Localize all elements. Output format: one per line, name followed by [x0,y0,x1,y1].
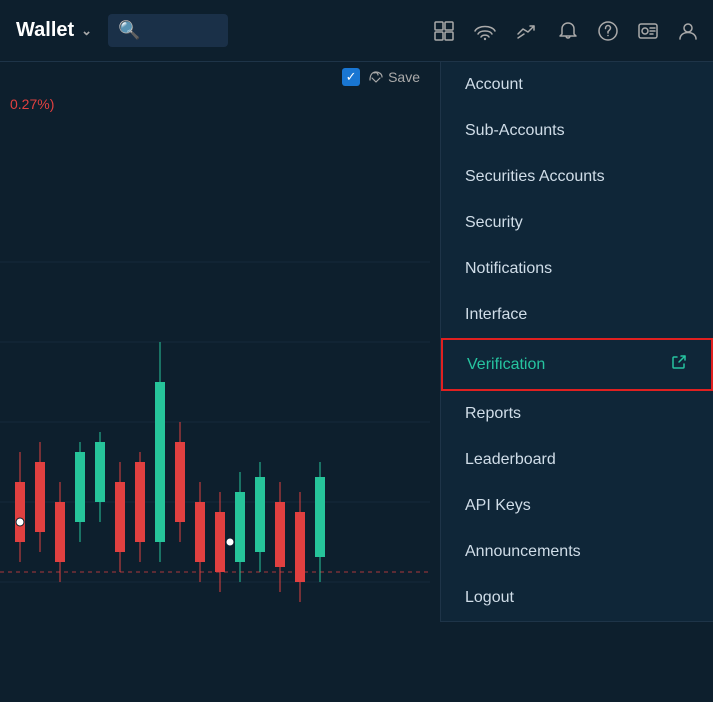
chart-area: ✓ Save 0.27%) [0,62,430,702]
signal-icon[interactable] [467,14,503,48]
candlestick-chart [0,182,430,662]
wallet-brand[interactable]: Wallet ⌄ [8,19,100,42]
dropdown-item-securities-accounts[interactable]: Securities Accounts [441,154,713,200]
dropdown-item-account[interactable]: Account [441,62,713,108]
dropdown-item-sub-accounts[interactable]: Sub-Accounts [441,108,713,154]
chevron-down-icon: ⌄ [81,23,92,39]
dropdown-item-verification[interactable]: Verification [441,338,713,391]
dropdown-menu: Account Sub-Accounts Securities Accounts Se… [440,62,713,622]
save-button[interactable]: Save [368,69,420,85]
search-icon: 🔍 [118,20,140,41]
dropdown-item-label: Interface [465,306,527,324]
dropdown-item-label: Notifications [465,260,552,278]
dropdown-item-label: Security [465,214,523,232]
chart-checkbox[interactable]: ✓ [342,68,360,86]
wallet-label: Wallet [16,19,74,42]
dropdown-item-label: Verification [467,356,545,374]
grid-icon[interactable] [427,14,461,48]
dropdown-item-label: Reports [465,405,521,423]
chart-toolbar: ✓ Save [0,62,430,92]
dropdown-item-leaderboard[interactable]: Leaderboard [441,437,713,483]
dropdown-item-interface[interactable]: Interface [441,292,713,338]
dropdown-item-notifications[interactable]: Notifications [441,246,713,292]
dropdown-item-label: Securities Accounts [465,168,605,186]
search-box[interactable]: 🔍 [108,14,228,47]
save-label: Save [388,69,420,85]
dropdown-item-label: Account [465,76,523,94]
external-link-icon [671,354,687,375]
dropdown-item-reports[interactable]: Reports [441,391,713,437]
dropdown-item-label: API Keys [465,497,531,515]
dropdown-item-logout[interactable]: Logout [441,575,713,621]
dropdown-item-api-keys[interactable]: API Keys [441,483,713,529]
user-icon[interactable] [671,14,705,48]
nav-icons [427,14,705,48]
navbar: Wallet ⌄ 🔍 [0,0,713,62]
dropdown-item-label: Announcements [465,543,581,561]
id-icon[interactable] [631,14,665,48]
dropdown-item-security[interactable]: Security [441,200,713,246]
price-label: 0.27%) [0,92,430,116]
dropdown-item-label: Leaderboard [465,451,556,469]
help-icon[interactable] [591,14,625,48]
bell-icon[interactable] [551,14,585,48]
dropdown-item-label: Logout [465,589,514,607]
dropdown-item-announcements[interactable]: Announcements [441,529,713,575]
trade-icon[interactable] [509,14,545,48]
dropdown-item-label: Sub-Accounts [465,122,565,140]
